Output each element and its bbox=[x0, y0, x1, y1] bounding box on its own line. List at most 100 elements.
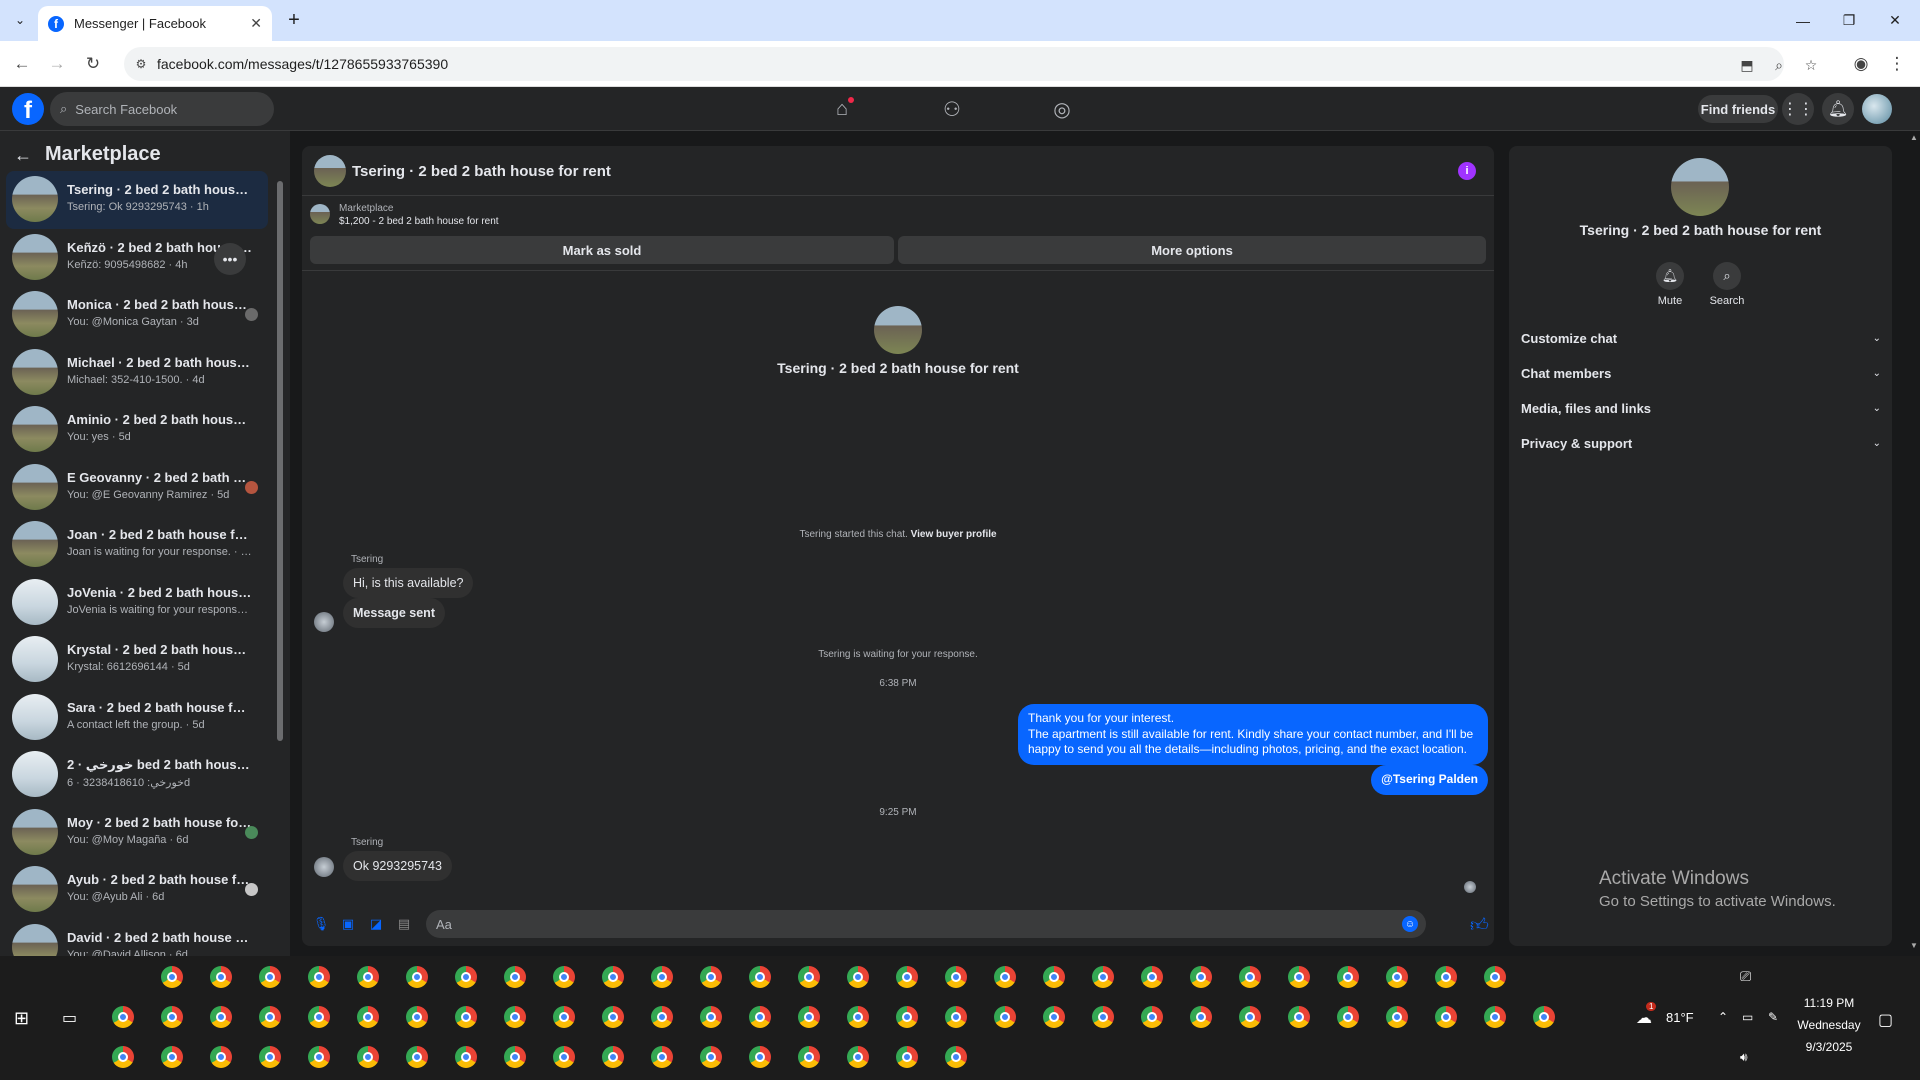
chrome-window-icon[interactable] bbox=[843, 1042, 873, 1072]
scroll-down-icon[interactable]: ▼ bbox=[1910, 941, 1918, 950]
chrome-window-icon[interactable] bbox=[696, 1042, 726, 1072]
conversation-item[interactable]: Krystal · 2 bed 2 bath house for rentKry… bbox=[6, 631, 268, 689]
friends-icon[interactable]: ⚇ bbox=[938, 95, 966, 123]
chrome-window-icon[interactable] bbox=[549, 1002, 579, 1032]
chrome-window-icon[interactable] bbox=[745, 1002, 775, 1032]
outgoing-message[interactable]: Thank you for your interest. The apartme… bbox=[1018, 704, 1488, 765]
chrome-window-icon[interactable] bbox=[696, 962, 726, 992]
account-avatar[interactable] bbox=[1862, 94, 1892, 124]
reload-icon[interactable]: ↻ bbox=[80, 51, 106, 77]
chrome-window-icon[interactable] bbox=[451, 1042, 481, 1072]
screen-capture-icon[interactable]: ⎚ bbox=[1740, 968, 1751, 985]
chrome-window-icon[interactable] bbox=[402, 962, 432, 992]
chrome-window-icon[interactable] bbox=[304, 1002, 334, 1032]
customize-chat-section[interactable]: Customize chat ⌄ bbox=[1521, 323, 1881, 353]
conversation-item[interactable]: JoVenia · 2 bed 2 bath house for rentJoV… bbox=[6, 574, 268, 632]
chat-members-section[interactable]: Chat members ⌄ bbox=[1521, 358, 1881, 388]
chrome-window-icon[interactable] bbox=[745, 962, 775, 992]
volume-icon[interactable]: 🔊︎ bbox=[1740, 1050, 1748, 1065]
chrome-window-icon[interactable] bbox=[843, 962, 873, 992]
zoom-icon[interactable]: ⌕ bbox=[1770, 56, 1788, 74]
install-app-icon[interactable]: ⬒ bbox=[1738, 56, 1756, 74]
chrome-window-icon[interactable] bbox=[1284, 1002, 1314, 1032]
chrome-window-icon[interactable] bbox=[206, 1042, 236, 1072]
profile-icon[interactable]: ◉ bbox=[1848, 51, 1874, 77]
tab-search-dropdown-icon[interactable]: ⌄ bbox=[8, 8, 32, 32]
chrome-window-icon[interactable] bbox=[1333, 1002, 1363, 1032]
chrome-window-icon[interactable] bbox=[255, 1042, 285, 1072]
chrome-window-icon[interactable] bbox=[1235, 1002, 1265, 1032]
chrome-window-icon[interactable] bbox=[843, 1002, 873, 1032]
chrome-window-icon[interactable] bbox=[892, 1002, 922, 1032]
home-icon[interactable]: ⌂ bbox=[828, 95, 856, 123]
incoming-message[interactable]: Hi, is this available? bbox=[343, 568, 474, 598]
network-icon[interactable]: ▭ bbox=[1742, 1010, 1753, 1024]
back-icon[interactable]: ← bbox=[9, 51, 35, 77]
chrome-window-icon[interactable] bbox=[1088, 1002, 1118, 1032]
chrome-window-icon[interactable] bbox=[1480, 962, 1510, 992]
sticker-icon[interactable]: ◪ bbox=[368, 916, 384, 932]
chrome-window-icon[interactable] bbox=[1284, 962, 1314, 992]
find-friends-button[interactable]: Find friends bbox=[1698, 95, 1778, 123]
chrome-window-icon[interactable] bbox=[255, 1002, 285, 1032]
windows-start-icon[interactable]: ⊞ bbox=[14, 1008, 29, 1029]
chrome-window-icon[interactable] bbox=[892, 1042, 922, 1072]
chrome-window-icon[interactable] bbox=[1382, 1002, 1412, 1032]
chrome-window-icon[interactable] bbox=[108, 1042, 138, 1072]
incoming-message[interactable]: Ok 9293295743 bbox=[343, 851, 452, 881]
chrome-window-icon[interactable] bbox=[794, 1042, 824, 1072]
conversation-item[interactable]: Monica · 2 bed 2 bath house for rentYou:… bbox=[6, 286, 268, 344]
chrome-window-icon[interactable] bbox=[1333, 962, 1363, 992]
microphone-icon[interactable]: 🎙︎ bbox=[313, 916, 330, 932]
restore-icon[interactable]: ❐ bbox=[1826, 0, 1872, 41]
message-input[interactable] bbox=[436, 916, 1336, 932]
chrome-window-icon[interactable] bbox=[353, 1002, 383, 1032]
mute-button[interactable]: 🔔︎ Mute bbox=[1640, 262, 1700, 307]
media-files-links-section[interactable]: Media, files and links ⌄ bbox=[1521, 393, 1881, 423]
tray-chevron-icon[interactable]: ⌃ bbox=[1718, 1010, 1728, 1024]
chat-title[interactable]: Tsering · 2 bed 2 bath house for rent bbox=[352, 163, 611, 180]
chrome-window-icon[interactable] bbox=[353, 962, 383, 992]
chrome-window-icon[interactable] bbox=[500, 1042, 530, 1072]
thumbs-up-icon[interactable]: 👍︎ bbox=[1470, 914, 1489, 936]
listing-price[interactable]: $1,200 - 2 bed 2 bath house for rent bbox=[339, 216, 499, 227]
gif-icon[interactable]: ▤ bbox=[396, 916, 412, 932]
message-input-box[interactable]: ☺ bbox=[426, 910, 1426, 938]
back-arrow-icon[interactable]: ← bbox=[14, 145, 32, 166]
chrome-window-icon[interactable] bbox=[941, 1002, 971, 1032]
chrome-window-icon[interactable] bbox=[1431, 962, 1461, 992]
panel-avatar[interactable] bbox=[1671, 158, 1729, 216]
chrome-window-icon[interactable] bbox=[402, 1042, 432, 1072]
address-bar[interactable]: ⚙ facebook.com/messages/t/12786559337653… bbox=[124, 47, 1817, 81]
conversation-item[interactable]: Moy · 2 bed 2 bath house for rent You: @M… bbox=[6, 804, 268, 862]
page-scrollbar[interactable]: ▲ ▼ bbox=[1908, 131, 1920, 956]
chrome-window-icon[interactable] bbox=[1235, 962, 1265, 992]
chrome-window-icon[interactable] bbox=[1137, 962, 1167, 992]
chrome-window-icon[interactable] bbox=[451, 1002, 481, 1032]
chrome-window-icon[interactable] bbox=[500, 1002, 530, 1032]
chrome-window-icon[interactable] bbox=[108, 1002, 138, 1032]
chrome-window-icon[interactable] bbox=[206, 962, 236, 992]
weather-icon[interactable]: ☁ 1 bbox=[1636, 1002, 1657, 1028]
chrome-window-icon[interactable] bbox=[1039, 1002, 1069, 1032]
chrome-window-icon[interactable] bbox=[304, 962, 334, 992]
chrome-window-icon[interactable] bbox=[745, 1042, 775, 1072]
sender-avatar[interactable] bbox=[314, 857, 334, 877]
menu-grid-icon[interactable]: ⋮⋮ bbox=[1782, 93, 1814, 125]
chrome-window-icon[interactable] bbox=[1529, 1002, 1559, 1032]
browser-tab[interactable]: f Messenger | Facebook ✕ bbox=[38, 6, 272, 41]
privacy-support-section[interactable]: Privacy & support ⌄ bbox=[1521, 428, 1881, 458]
chrome-window-icon[interactable] bbox=[549, 1042, 579, 1072]
chrome-window-icon[interactable] bbox=[402, 1002, 432, 1032]
chrome-window-icon[interactable] bbox=[157, 1042, 187, 1072]
facebook-search[interactable]: ⌕ Search Facebook bbox=[50, 92, 274, 126]
new-tab-icon[interactable]: + bbox=[282, 8, 306, 32]
chrome-window-icon[interactable] bbox=[647, 1002, 677, 1032]
chrome-window-icon[interactable] bbox=[1480, 1002, 1510, 1032]
photo-icon[interactable]: ▣ bbox=[340, 916, 356, 932]
conversation-item[interactable]: Ayub · 2 bed 2 bath house for rentYou: @… bbox=[6, 861, 268, 919]
conversation-item[interactable]: Sara · 2 bed 2 bath house for rentA cont… bbox=[6, 689, 268, 747]
chrome-window-icon[interactable] bbox=[1088, 962, 1118, 992]
chrome-window-icon[interactable] bbox=[598, 1042, 628, 1072]
chrome-window-icon[interactable] bbox=[157, 1002, 187, 1032]
